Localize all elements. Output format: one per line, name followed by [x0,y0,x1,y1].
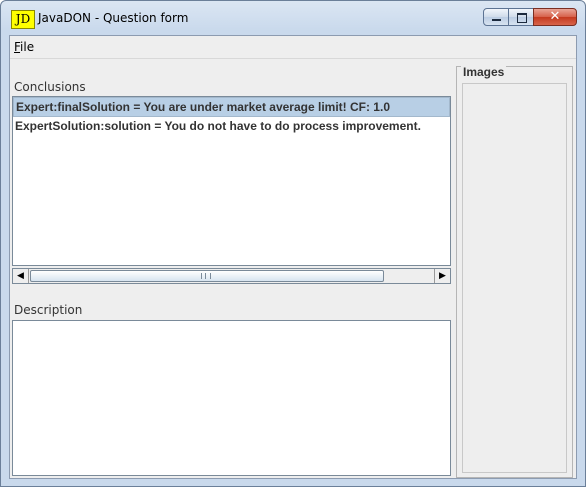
arrow-left-icon: ◀ [17,271,24,281]
menu-file-label: ile [20,40,35,54]
description-label: Description [14,303,83,317]
conclusions-list[interactable]: Expert:finalSolution = You are under mar… [12,96,451,266]
arrow-right-icon: ▶ [439,271,446,281]
client-area: File Conclusions Expert:finalSolution = … [9,35,577,479]
minimize-button[interactable] [483,8,509,26]
app-icon[interactable]: JD [11,10,35,29]
window-title: JavaDON - Question form [38,11,189,25]
grip-icon [201,273,211,279]
scrollbar-thumb[interactable] [30,270,384,282]
scroll-right-button[interactable]: ▶ [434,269,450,283]
images-label: Images [461,65,507,79]
close-button[interactable]: ✕ [533,8,577,26]
list-item[interactable]: Expert:finalSolution = You are under mar… [13,97,450,117]
title-bar[interactable]: JD JavaDON - Question form ✕ [1,1,585,35]
description-textarea[interactable] [12,320,451,476]
window-controls: ✕ [483,8,577,28]
maximize-icon [517,13,527,23]
scroll-left-button[interactable]: ◀ [13,269,29,283]
minimize-icon [492,19,501,21]
horizontal-scrollbar[interactable]: ◀ ▶ [12,268,451,284]
close-icon: ✕ [549,9,561,24]
menu-bar: File [10,36,576,59]
images-group: Images [456,65,573,478]
left-panel: Conclusions Expert:finalSolution = You a… [10,60,454,478]
menu-file[interactable]: File [14,40,34,54]
maximize-button[interactable] [508,8,534,26]
conclusions-label: Conclusions [14,80,86,94]
images-panel: Images [456,60,576,478]
app-window: JD JavaDON - Question form ✕ File Conclu… [0,0,586,487]
list-item[interactable]: ExpertSolution:solution = You do not hav… [13,117,450,135]
images-area [462,83,567,473]
